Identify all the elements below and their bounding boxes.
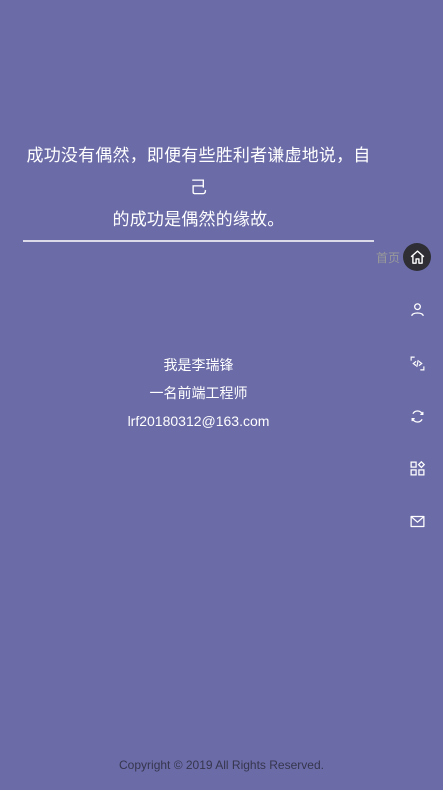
user-icon bbox=[410, 302, 424, 316]
apps-icon bbox=[409, 460, 425, 476]
nav-home-button[interactable] bbox=[403, 243, 431, 271]
home-icon bbox=[410, 249, 424, 264]
footer-copyright: Copyright © 2019 All Rights Reserved. bbox=[119, 758, 324, 772]
nav-contact-button[interactable] bbox=[403, 507, 431, 535]
nav-skills-button[interactable] bbox=[403, 349, 431, 377]
quote-block: 成功没有偶然，即便有些胜利者谦虚地说，自己 的成功是偶然的缘故。 bbox=[23, 140, 374, 242]
page: 成功没有偶然，即便有些胜利者谦虚地说，自己 的成功是偶然的缘故。 我是李瑞锋 一… bbox=[0, 0, 443, 790]
nav-about-button[interactable] bbox=[403, 295, 431, 323]
mail-icon bbox=[409, 515, 425, 527]
nav-works-button[interactable] bbox=[403, 402, 431, 430]
nav-home-label: 首页 bbox=[375, 251, 400, 265]
code-icon bbox=[410, 356, 424, 370]
refresh-icon bbox=[411, 409, 423, 423]
side-nav: 首页 bbox=[323, 243, 443, 543]
nav-apps-button[interactable] bbox=[403, 454, 431, 482]
quote-line-2: 的成功是偶然的缘故。 bbox=[112, 210, 285, 229]
quote-line-1: 成功没有偶然，即便有些胜利者谦虚地说，自己 bbox=[26, 146, 371, 197]
